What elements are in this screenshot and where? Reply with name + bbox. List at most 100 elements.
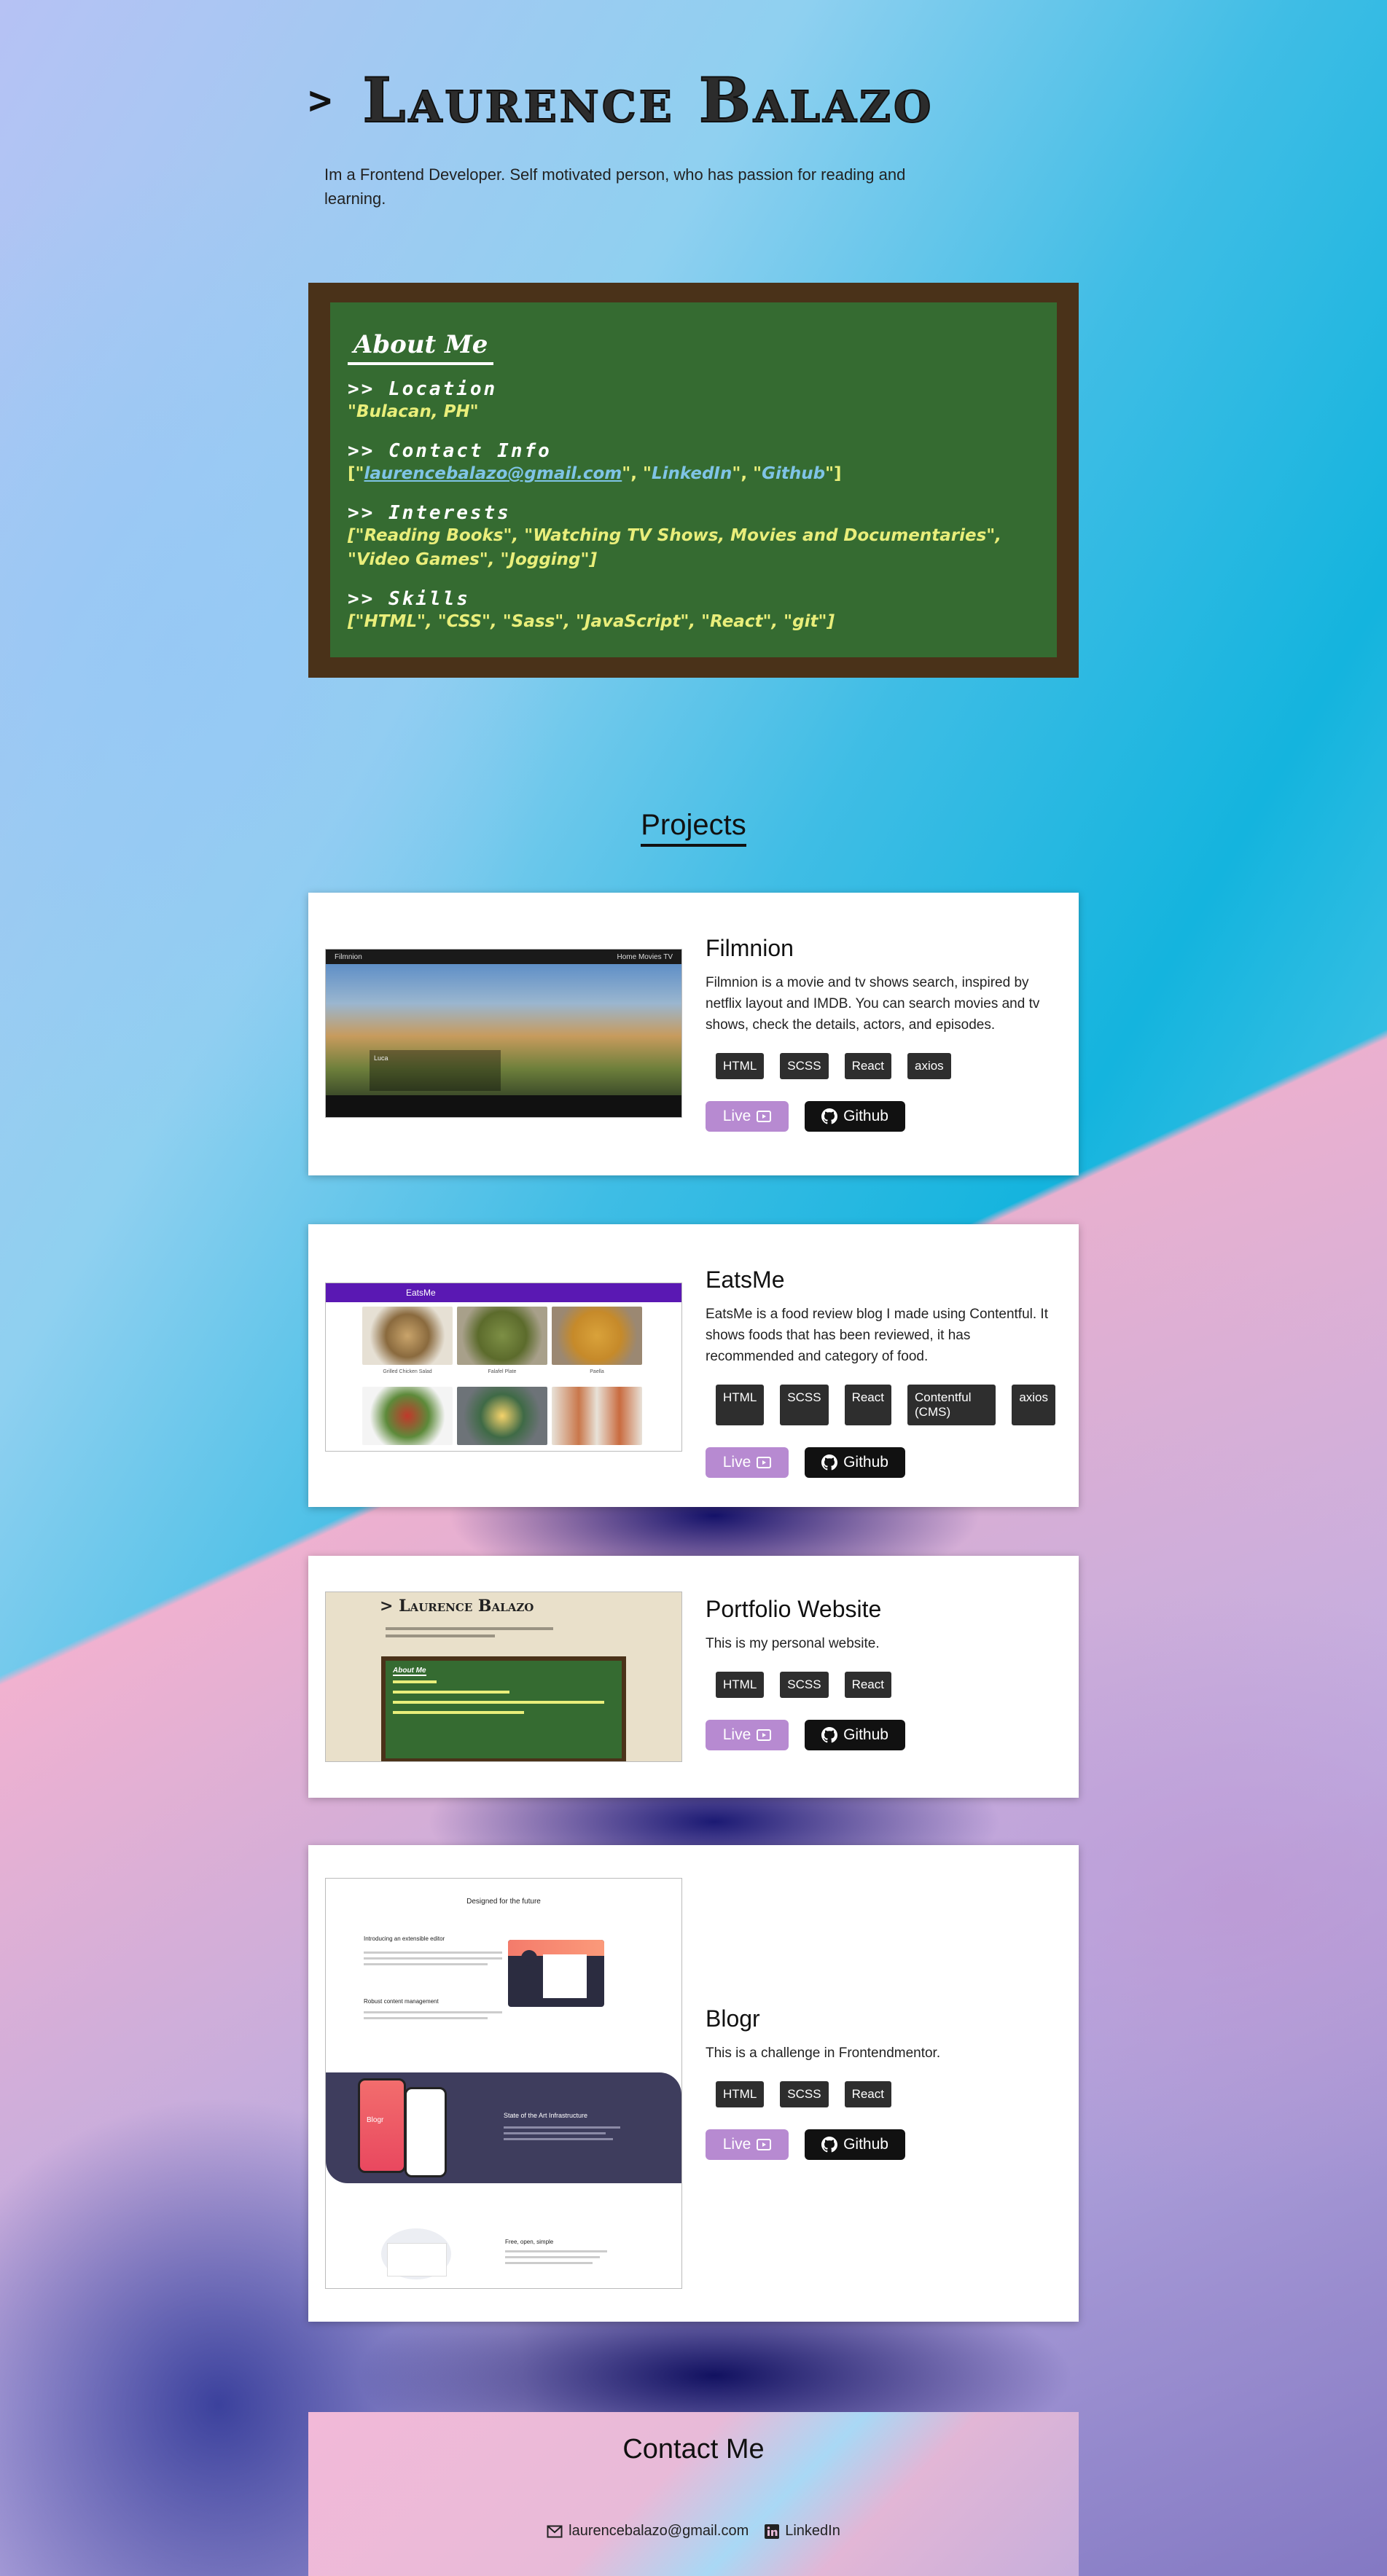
thumb-brand: Filmnion: [335, 952, 362, 961]
contact-linkedin: LinkedIn: [785, 2523, 840, 2539]
about-interests: >> Interests ["Reading Books", "Watching…: [348, 502, 1057, 572]
project-info: Portfolio Website This is my personal we…: [706, 1596, 1055, 1750]
github-label: Github: [843, 1108, 888, 1124]
project-thumbnail[interactable]: EatsMe Grilled Chicken Salad Falafel Pla…: [325, 1283, 682, 1452]
contact-open: [": [348, 464, 364, 483]
thumb-caption: Luca: [370, 1050, 501, 1091]
tag: React: [844, 1053, 891, 1079]
thumb-text-line: [364, 2011, 502, 2013]
contact-section: Contact Me laurencebalazo@gmail.com Link…: [308, 2412, 1079, 2576]
project-info: Blogr This is a challenge in Frontendmen…: [706, 2005, 1055, 2160]
thumb-phone-logo: Blogr: [367, 2116, 384, 2124]
project-buttons: Live Github: [706, 2129, 1055, 2160]
email-link[interactable]: laurencebalazo@gmail.com: [364, 464, 622, 483]
skills-value: ["HTML", "CSS", "Sass", "JavaScript", "R…: [348, 612, 835, 631]
thumb-food-image: [552, 1307, 642, 1365]
github-button[interactable]: Github: [805, 1447, 905, 1478]
project-description: EatsMe is a food review blog I made usin…: [706, 1307, 1048, 1364]
live-button[interactable]: Live: [706, 1447, 789, 1478]
thumb-text-line: [364, 1963, 488, 1965]
github-button[interactable]: Github: [805, 2129, 905, 2160]
thumb-text-line: [364, 2017, 488, 2019]
thumb-band-title: State of the Art Infrastructure: [504, 2112, 588, 2119]
thumb-footer: [326, 1095, 681, 1117]
title-row: > Laurence Balazo: [308, 63, 1079, 137]
thumb-board-title: About Me: [393, 1667, 426, 1676]
thumb-board-surface: About Me: [386, 1661, 622, 1758]
about-board: About Me >> Location "Bulacan, PH" >> Co…: [308, 283, 1079, 678]
projects-title: Projects: [641, 809, 746, 847]
thumb-text-line: [364, 1951, 502, 1954]
github-button[interactable]: Github: [805, 1101, 905, 1132]
project-info: Filmnion Filmnion is a movie and tv show…: [706, 935, 1055, 1132]
location-value: "Bulacan, PH": [348, 402, 479, 421]
thumb-laptop-screen: [387, 2243, 447, 2276]
thumb-board-line: [393, 1691, 509, 1694]
contact-sep1: ", ": [622, 464, 652, 483]
play-window-icon: [757, 1457, 772, 1468]
prompt-symbol: >: [308, 77, 332, 123]
project-description: This is a challenge in Frontendmentor.: [706, 2045, 941, 2061]
thumb-page: Designed for the future Introducing an e…: [326, 1879, 681, 2288]
project-thumbnail[interactable]: Designed for the future Introducing an e…: [325, 1878, 682, 2289]
tag-list: HTML SCSS React: [716, 2081, 1055, 2107]
live-button[interactable]: Live: [706, 1101, 789, 1132]
thumb-subheading: Robust content management: [364, 1998, 439, 2005]
project-name: Filmnion: [706, 935, 794, 961]
thumb-heading: Designed for the future: [466, 1898, 541, 1906]
linkedin-icon: [765, 2524, 780, 2539]
contact-linkedin-link[interactable]: LinkedIn: [765, 2523, 840, 2540]
tag: SCSS: [780, 2081, 829, 2107]
thumb-illustration-card: [543, 1954, 587, 1998]
tag: HTML: [716, 1385, 765, 1425]
project-thumbnail[interactable]: > Laurence Balazo About Me: [325, 1592, 682, 1762]
live-label: Live: [722, 1454, 751, 1471]
about-location: >> Location "Bulacan, PH": [348, 378, 1057, 424]
project-thumbnail[interactable]: Filmnion Home Movies TV Luca: [325, 949, 682, 1118]
thumb-bottom-illustration: [381, 2228, 451, 2279]
contact-close: "]: [825, 464, 842, 483]
skills-label: >> Skills: [348, 588, 470, 610]
thumb-phone-left: [358, 2078, 406, 2173]
github-link[interactable]: Github: [762, 464, 825, 483]
project-info: EatsMe EatsMe is a food review blog I ma…: [706, 1267, 1055, 1478]
project-buttons: Live Github: [706, 1720, 1055, 1750]
github-button[interactable]: Github: [805, 1720, 905, 1750]
thumb-intro-line: [386, 1635, 495, 1637]
project-card-portfolio: > Laurence Balazo About Me Portfolio Web…: [308, 1556, 1079, 1798]
linkedin-link[interactable]: LinkedIn: [652, 464, 732, 483]
thumb-band-line: [504, 2132, 606, 2134]
thumb-text-line: [364, 1957, 502, 1960]
thumb-band-line: [504, 2126, 620, 2129]
header: > Laurence Balazo Im a Frontend Develope…: [308, 63, 1079, 211]
project-name: Portfolio Website: [706, 1596, 882, 1622]
github-icon: [821, 1455, 838, 1471]
project-buttons: Live Github: [706, 1447, 1055, 1478]
thumb-food-grid: Grilled Chicken Salad Falafel Plate Pael…: [326, 1302, 681, 1445]
contact-links: laurencebalazo@gmail.com LinkedIn: [308, 2523, 1079, 2540]
tag-list: HTML SCSS React Contentful (CMS) axios: [716, 1385, 1055, 1425]
project-card-filmnion: Filmnion Home Movies TV Luca Filmnion Fi…: [308, 893, 1079, 1175]
live-button[interactable]: Live: [706, 2129, 789, 2160]
tag: Contentful (CMS): [907, 1385, 996, 1425]
live-button[interactable]: Live: [706, 1720, 789, 1750]
thumb-dark-band: Blogr State of the Art Infrastructure: [326, 2072, 681, 2183]
github-label: Github: [843, 1454, 888, 1471]
contact-email: laurencebalazo@gmail.com: [569, 2523, 749, 2539]
tag: axios: [1012, 1385, 1055, 1425]
thumb-board-line: [393, 1680, 437, 1683]
thumb-board-line: [393, 1711, 524, 1714]
thumb-hero-image: Luca: [326, 964, 681, 1095]
live-label: Live: [722, 1726, 751, 1743]
tag: React: [844, 1385, 891, 1425]
play-window-icon: [757, 2139, 772, 2150]
thumb-food-caption: Paella: [590, 1369, 604, 1374]
tag: HTML: [716, 1053, 765, 1079]
tag: SCSS: [780, 1385, 829, 1425]
thumb-band-line: [504, 2138, 613, 2140]
thumb-text-line: [505, 2250, 607, 2252]
location-label: >> Location: [348, 378, 498, 400]
contact-email-link[interactable]: laurencebalazo@gmail.com: [547, 2523, 749, 2540]
thumb-food-image: [457, 1307, 547, 1365]
tag: React: [844, 2081, 891, 2107]
